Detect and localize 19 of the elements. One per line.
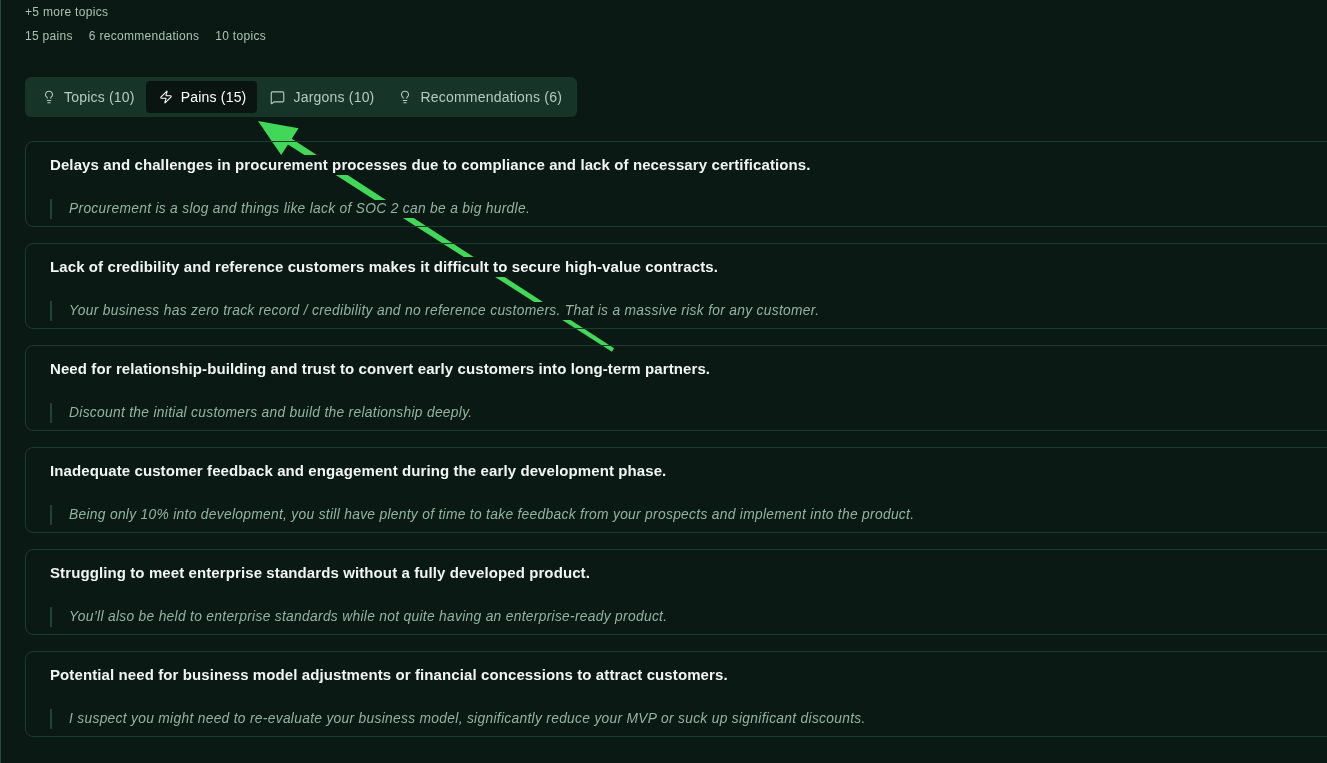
tab[interactable]: Topics (10): [29, 81, 146, 113]
quote-text: Discount the initial customers and build the relationship deeply.: [69, 404, 473, 422]
tab[interactable]: Jargons (10): [257, 81, 386, 113]
quote-text: Procurement is a slog and things like lack of SOC 2 can be a big hurdle.: [69, 200, 531, 218]
count-label: 6 recommendations: [88, 28, 200, 44]
tab[interactable]: Recommendations (6): [385, 81, 573, 113]
quote-text: You’ll also be held to enterprise standards while not quite having an enterprise-ready product.: [69, 608, 668, 626]
tab[interactable]: Pains (15): [145, 81, 258, 113]
lightning-icon: [158, 90, 173, 104]
count-label: 10 topics: [215, 28, 266, 44]
count-label: 15 pains: [25, 28, 73, 44]
pain-title: Delays and challenges in procurement processes due to compliance and lack of necessary certifications.: [50, 155, 811, 175]
lightbulb-icon: [42, 90, 56, 104]
speech-bubble-icon: [270, 89, 286, 105]
quote-text: Being only 10% into development, you still have plenty of time to take feedback from your prospects and implement into the product.: [69, 506, 915, 524]
quote-text: I suspect you might need to re-evaluate your business model, significantly reduce your MVP or suck up significant discounts.: [69, 710, 866, 728]
quote-text: Your business has zero track record / credibility and no reference customers. That is a massive risk for any customer.: [69, 302, 820, 320]
more-topics-link[interactable]: +5 more topics: [25, 4, 109, 20]
pain-title: Lack of credibility and reference customers makes it difficult to secure high-value contracts.: [50, 257, 718, 277]
